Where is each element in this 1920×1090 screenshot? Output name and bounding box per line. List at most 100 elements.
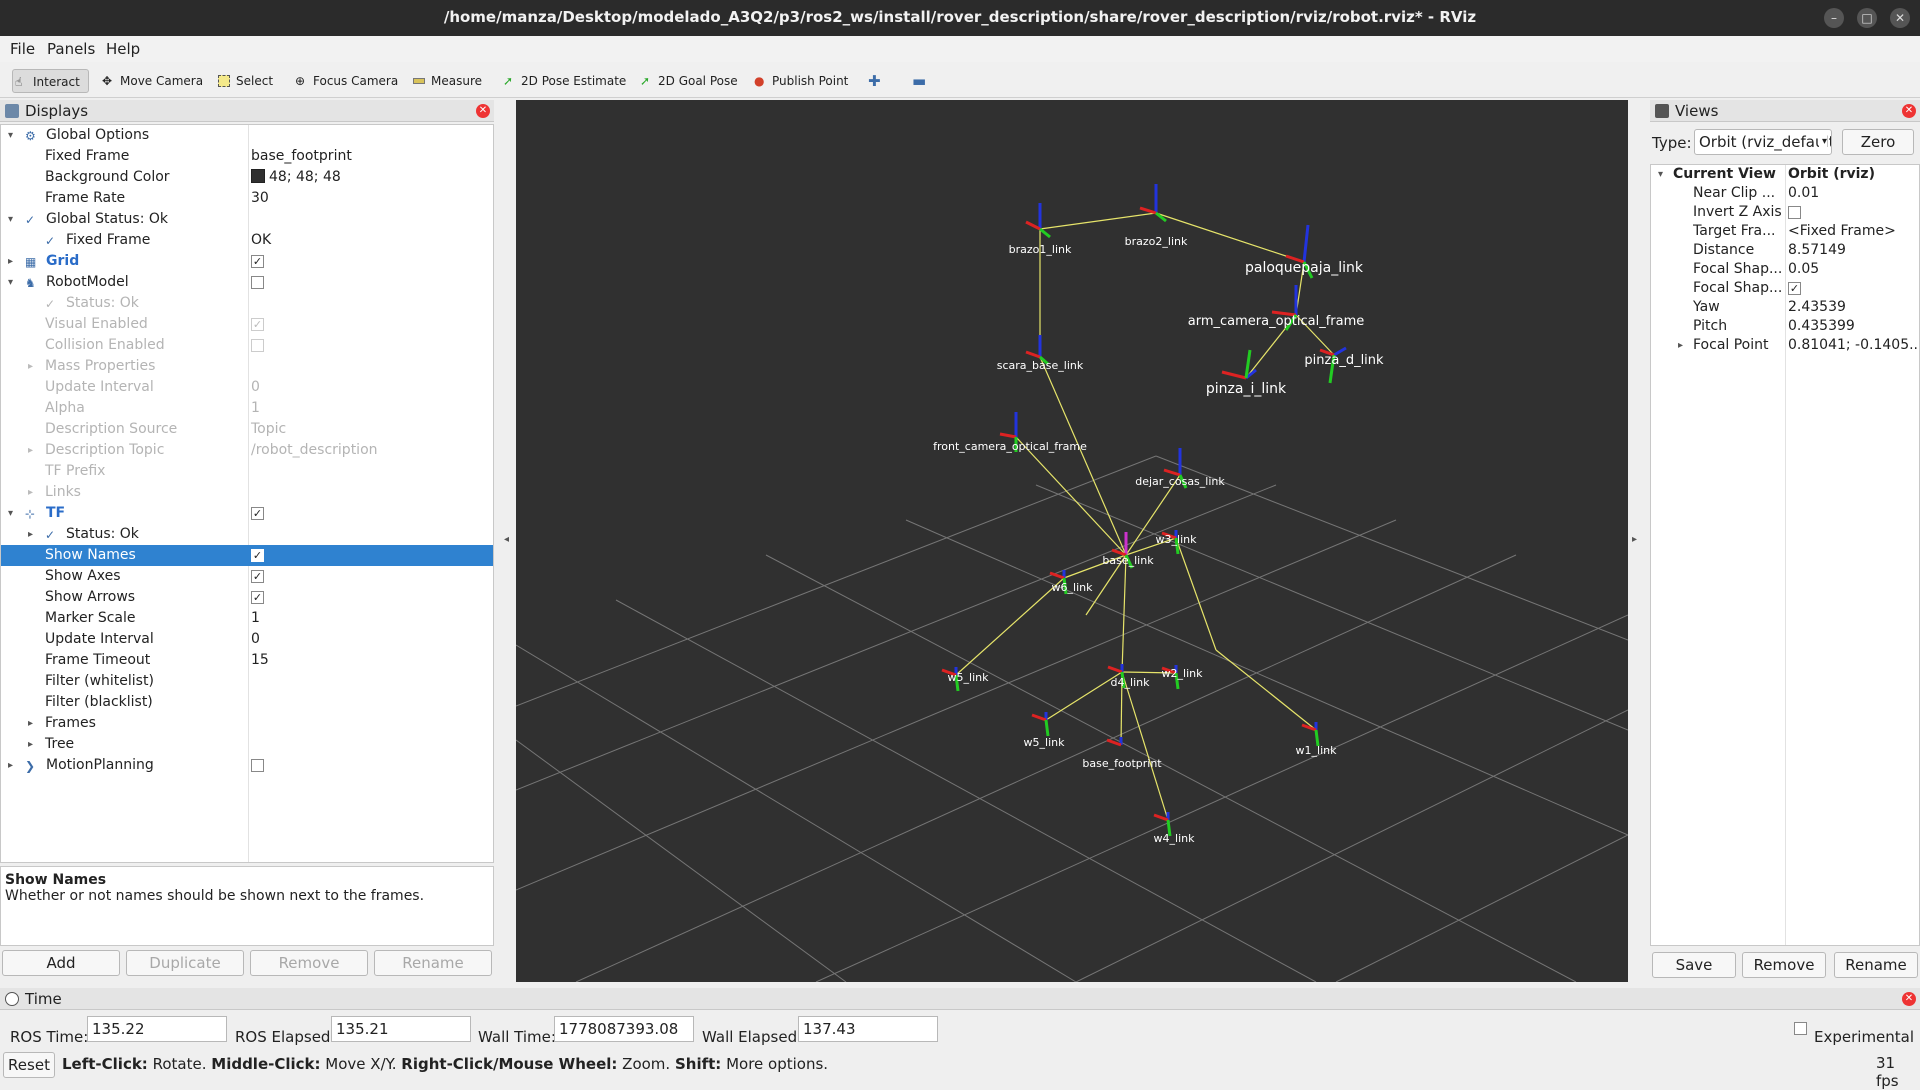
fixed-frame-value[interactable]: base_footprint bbox=[251, 146, 352, 167]
prop-value[interactable]: 2.43539 bbox=[1788, 298, 1918, 317]
tree-row-filter-blacklist[interactable]: Filter (blacklist) bbox=[1, 692, 493, 713]
show-arrows-checkbox[interactable]: ✓ bbox=[251, 591, 264, 604]
zero-button[interactable]: Zero bbox=[1842, 129, 1914, 155]
description-source-value[interactable]: Topic bbox=[251, 419, 286, 440]
rename-view-button[interactable]: Rename bbox=[1834, 952, 1918, 978]
tree-row-show-axes[interactable]: Show Axes ✓ bbox=[1, 566, 493, 587]
grid-enabled-checkbox[interactable]: ✓ bbox=[251, 255, 264, 268]
minimize-button[interactable]: – bbox=[1824, 8, 1844, 28]
tree-row-robot-status[interactable]: ✓ Status: Ok bbox=[1, 293, 493, 314]
tree-row-tf-status[interactable]: ▸ ✓ Status: Ok bbox=[1, 524, 493, 545]
publish-point-tool[interactable]: ● Publish Point bbox=[752, 69, 848, 93]
prop-value[interactable]: 0.435399 bbox=[1788, 317, 1918, 336]
tree-row-tf-prefix[interactable]: TF Prefix bbox=[1, 461, 493, 482]
menu-help[interactable]: Help bbox=[106, 40, 140, 58]
tf-update-interval-value[interactable]: 0 bbox=[251, 629, 260, 650]
show-names-checkbox[interactable]: ✓ bbox=[251, 549, 264, 562]
measure-tool[interactable]: Measure bbox=[411, 69, 482, 93]
remove-tool-button[interactable]: ▬ bbox=[910, 69, 926, 93]
view-prop-row[interactable]: Invert Z Axis bbox=[1651, 203, 1919, 222]
prop-value[interactable]: <Fixed Frame> bbox=[1788, 222, 1918, 241]
add-display-button[interactable]: Add bbox=[2, 950, 120, 976]
remove-display-button[interactable]: Remove bbox=[250, 950, 368, 976]
goal-pose-tool[interactable]: ➚ 2D Goal Pose bbox=[638, 69, 738, 93]
current-view-row[interactable]: ▾ Current View Orbit (rviz) bbox=[1651, 165, 1919, 184]
prop-value[interactable]: 0.81041; -0.1405... bbox=[1788, 336, 1918, 355]
tf-enabled-checkbox[interactable]: ✓ bbox=[251, 507, 264, 520]
view-prop-row[interactable]: Focal Shap... 0.05 bbox=[1651, 260, 1919, 279]
motionplanning-enabled-checkbox[interactable] bbox=[251, 759, 264, 772]
tree-row-motionplanning[interactable]: ▸ ❯ MotionPlanning bbox=[1, 755, 493, 776]
tree-row-collision-enabled[interactable]: Collision Enabled bbox=[1, 335, 493, 356]
frame-timeout-value[interactable]: 15 bbox=[251, 650, 269, 671]
tree-row-description-source[interactable]: Description Source Topic bbox=[1, 419, 493, 440]
ros-time-field[interactable]: 135.22 bbox=[87, 1016, 227, 1042]
view-prop-row[interactable]: Near Clip ... 0.01 bbox=[1651, 184, 1919, 203]
close-icon[interactable]: ✕ bbox=[1902, 992, 1916, 1006]
menu-panels[interactable]: Panels bbox=[47, 40, 95, 58]
save-view-button[interactable]: Save bbox=[1652, 952, 1736, 978]
close-window-button[interactable]: ✕ bbox=[1890, 8, 1910, 28]
tree-row-description-topic[interactable]: ▸ Description Topic /robot_description bbox=[1, 440, 493, 461]
maximize-button[interactable]: □ bbox=[1857, 8, 1877, 28]
pose-estimate-tool[interactable]: ➚ 2D Pose Estimate bbox=[501, 69, 626, 93]
tree-row-tf[interactable]: ▾ ⊹ TF ✓ bbox=[1, 503, 493, 524]
menu-file[interactable]: File bbox=[10, 40, 35, 58]
close-icon[interactable]: ✕ bbox=[1902, 104, 1916, 118]
invert-z-checkbox[interactable] bbox=[1788, 206, 1801, 219]
duplicate-display-button[interactable]: Duplicate bbox=[126, 950, 244, 976]
focus-camera-tool[interactable]: ⊕ Focus Camera bbox=[293, 69, 398, 93]
remove-view-button[interactable]: Remove bbox=[1742, 952, 1826, 978]
reset-button[interactable]: Reset bbox=[3, 1052, 55, 1078]
tree-row-frame-timeout[interactable]: Frame Timeout 15 bbox=[1, 650, 493, 671]
rename-display-button[interactable]: Rename bbox=[374, 950, 492, 976]
tree-row-global-status[interactable]: ▾ ✓ Global Status: Ok bbox=[1, 209, 493, 230]
tree-row-global-options[interactable]: ▾ ⚙ Global Options bbox=[1, 125, 493, 146]
view-prop-row[interactable]: Yaw 2.43539 bbox=[1651, 298, 1919, 317]
view-type-select[interactable]: Orbit (rviz_default_plugins) ▾ bbox=[1694, 129, 1832, 155]
tree-row-grid[interactable]: ▸ ▦ Grid ✓ bbox=[1, 251, 493, 272]
tree-row-show-arrows[interactable]: Show Arrows ✓ bbox=[1, 587, 493, 608]
show-axes-checkbox[interactable]: ✓ bbox=[251, 570, 264, 583]
view-prop-row[interactable]: Target Fra... <Fixed Frame> bbox=[1651, 222, 1919, 241]
tree-row-fixed-frame[interactable]: Fixed Frame base_footprint bbox=[1, 146, 493, 167]
scene-3d[interactable]: brazo1_link brazo2_link paloquepaja_link… bbox=[516, 100, 1628, 982]
robotmodel-enabled-checkbox[interactable] bbox=[251, 276, 264, 289]
close-icon[interactable]: ✕ bbox=[476, 104, 490, 118]
alpha-value[interactable]: 1 bbox=[251, 398, 260, 419]
collision-enabled-checkbox[interactable] bbox=[251, 339, 264, 352]
tree-row-filter-whitelist[interactable]: Filter (whitelist) bbox=[1, 671, 493, 692]
tree-row-tf-update-interval[interactable]: Update Interval 0 bbox=[1, 629, 493, 650]
description-topic-value[interactable]: /robot_description bbox=[251, 440, 378, 461]
experimental-checkbox[interactable] bbox=[1794, 1022, 1807, 1035]
prop-value[interactable]: 0.01 bbox=[1788, 184, 1918, 203]
move-camera-tool[interactable]: ✥ Move Camera bbox=[100, 69, 203, 93]
collapse-right-icon[interactable]: ▸ bbox=[1632, 534, 1637, 545]
wall-time-field[interactable]: 1778087393.08 bbox=[554, 1016, 694, 1042]
focal-shape-checkbox[interactable]: ✓ bbox=[1788, 282, 1801, 295]
view-prop-row[interactable]: Focal Shap... ✓ bbox=[1651, 279, 1919, 298]
collapse-left-icon[interactable]: ◂ bbox=[504, 534, 509, 545]
select-tool[interactable]: Select bbox=[216, 69, 273, 93]
tree-row-show-names[interactable]: Show Names ✓ bbox=[1, 545, 493, 566]
tree-row-update-interval[interactable]: Update Interval 0 bbox=[1, 377, 493, 398]
update-interval-value[interactable]: 0 bbox=[251, 377, 260, 398]
add-tool-button[interactable]: ✚ bbox=[866, 69, 881, 93]
tree-row-frame-rate[interactable]: Frame Rate 30 bbox=[1, 188, 493, 209]
view-prop-row[interactable]: ▸ Focal Point 0.81041; -0.1405... bbox=[1651, 336, 1919, 355]
interact-tool[interactable]: ☝ Interact bbox=[12, 69, 89, 93]
render-viewport[interactable]: brazo1_link brazo2_link paloquepaja_link… bbox=[516, 100, 1628, 982]
frame-rate-value[interactable]: 30 bbox=[251, 188, 269, 209]
tree-row-marker-scale[interactable]: Marker Scale 1 bbox=[1, 608, 493, 629]
tree-row-visual-enabled[interactable]: Visual Enabled ✓ bbox=[1, 314, 493, 335]
tree-row-robotmodel[interactable]: ▾ ♞ RobotModel bbox=[1, 272, 493, 293]
tree-row-frames[interactable]: ▸ Frames bbox=[1, 713, 493, 734]
ros-elapsed-field[interactable]: 135.21 bbox=[331, 1016, 471, 1042]
tree-row-mass-properties[interactable]: ▸ Mass Properties bbox=[1, 356, 493, 377]
wall-elapsed-field[interactable]: 137.43 bbox=[798, 1016, 938, 1042]
prop-value[interactable]: 8.57149 bbox=[1788, 241, 1918, 260]
tree-row-links[interactable]: ▸ Links bbox=[1, 482, 493, 503]
marker-scale-value[interactable]: 1 bbox=[251, 608, 260, 629]
tree-row-background-color[interactable]: Background Color 48; 48; 48 bbox=[1, 167, 493, 188]
visual-enabled-checkbox[interactable]: ✓ bbox=[251, 318, 264, 331]
